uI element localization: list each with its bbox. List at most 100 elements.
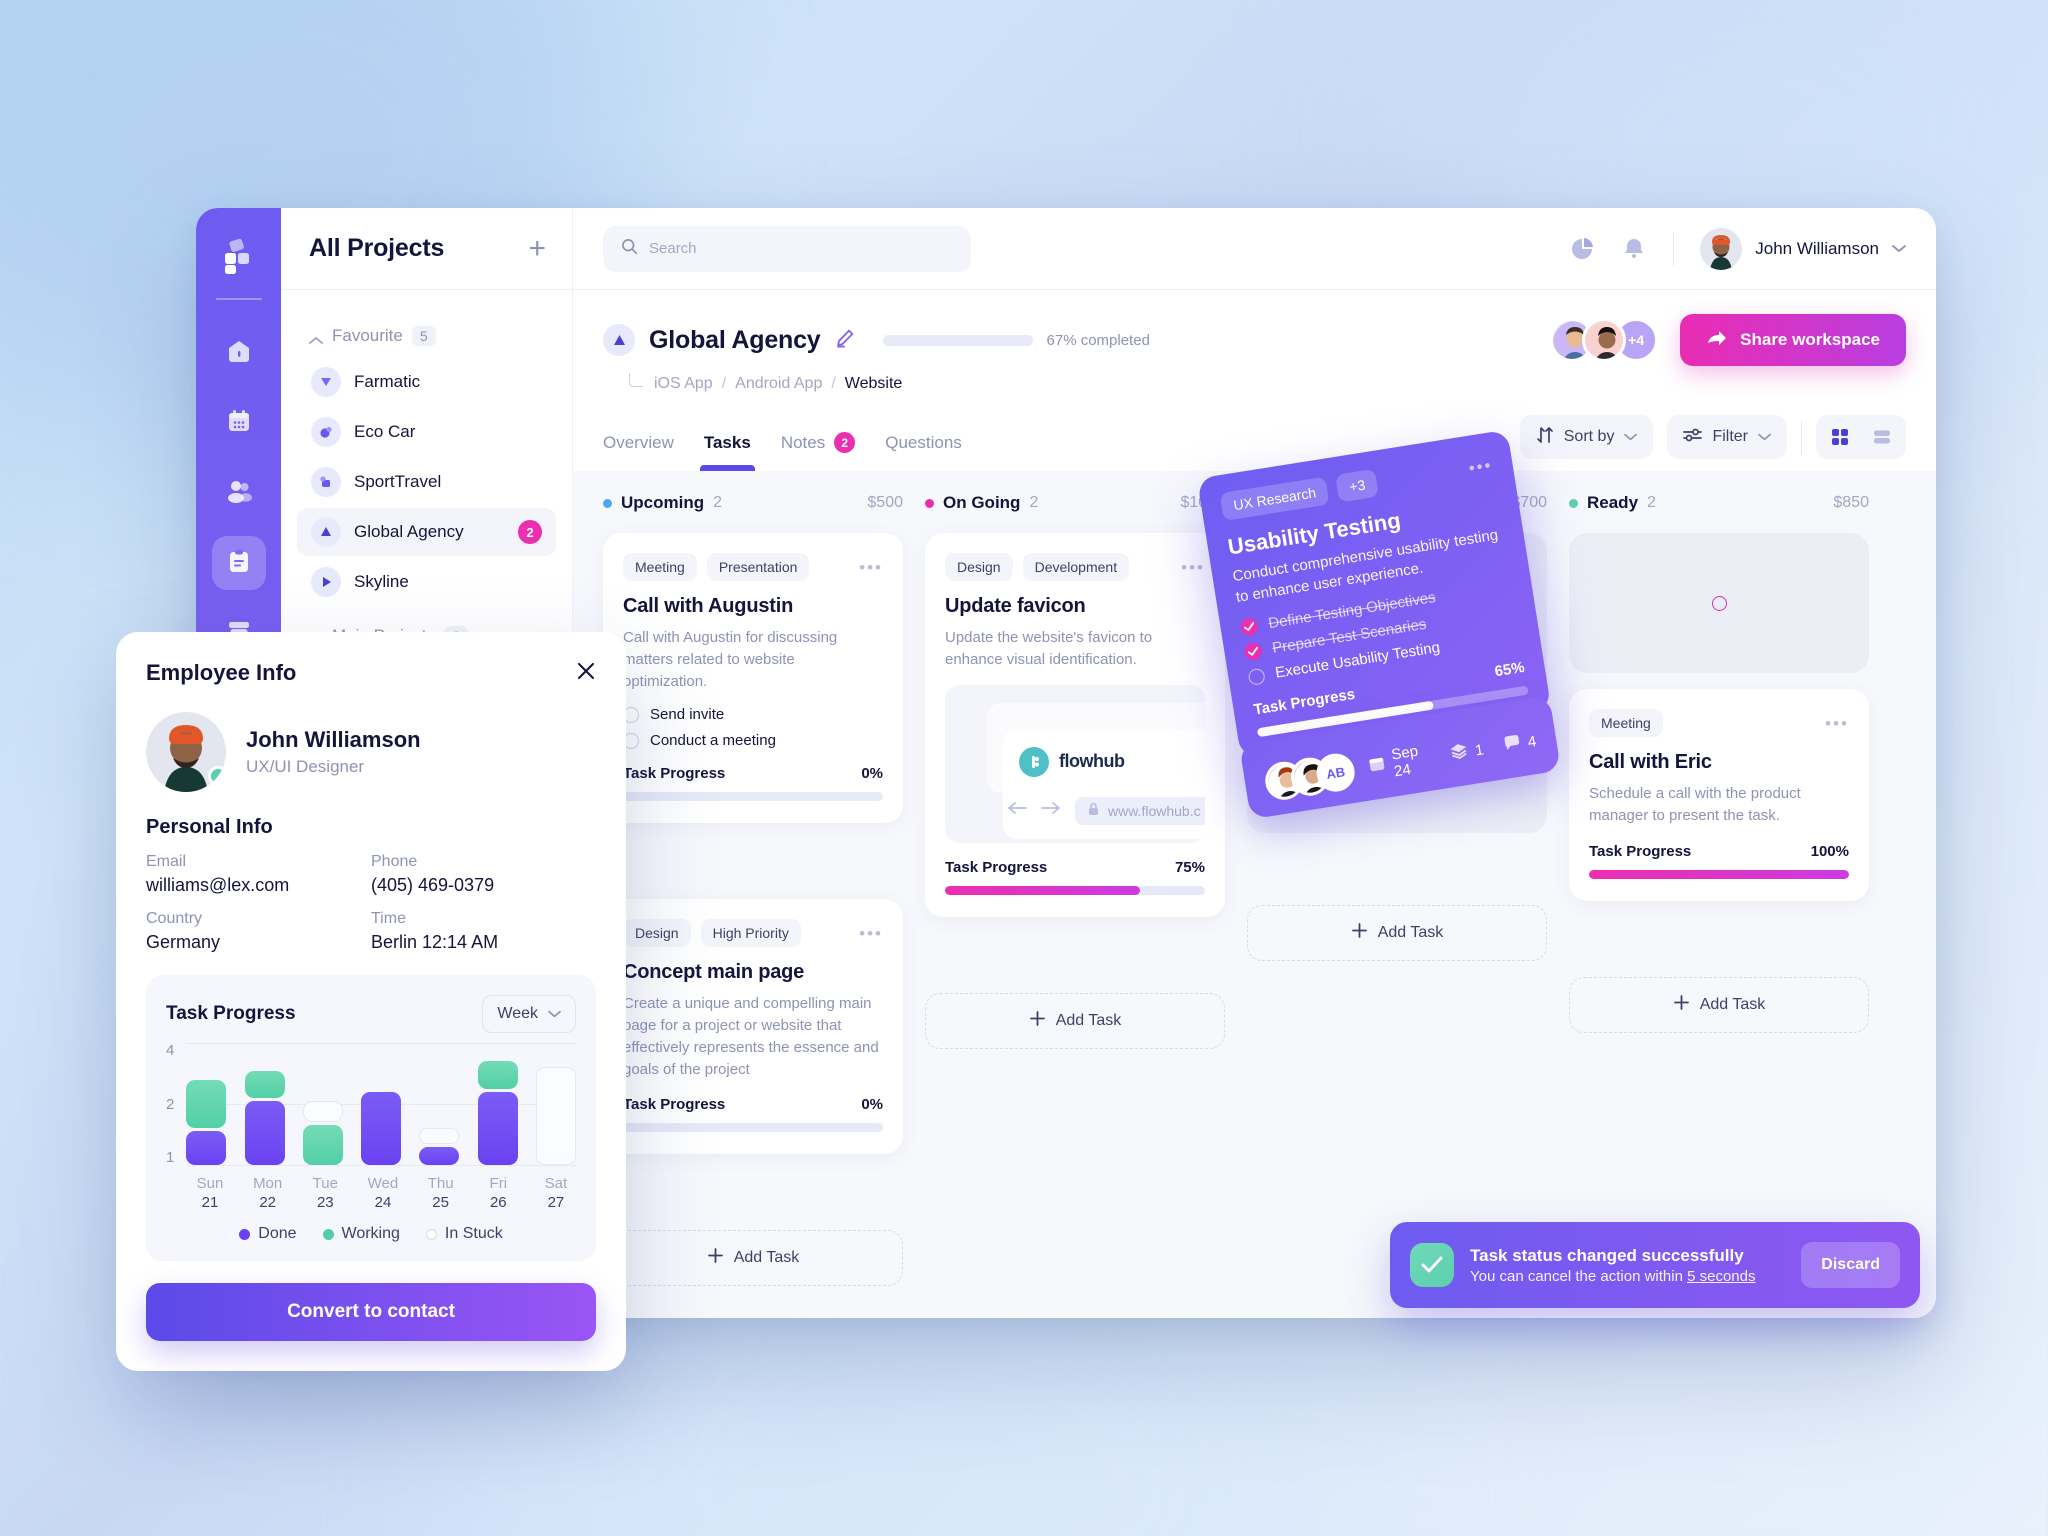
task-card-update-favicon[interactable]: Design Development ••• Update favicon Up…: [925, 533, 1225, 917]
field-value: williams@lex.com: [146, 875, 290, 895]
range-select[interactable]: Week: [482, 995, 576, 1033]
field-email: Email williams@lex.com: [146, 853, 371, 896]
breadcrumb-item-android[interactable]: Android App: [735, 375, 822, 393]
projects-list: Favourite 5 Farmatic Eco Car SportTravel…: [281, 290, 572, 658]
add-task-button-ready[interactable]: Add Task: [1569, 976, 1869, 1033]
share-workspace-button[interactable]: Share workspace: [1680, 314, 1906, 366]
project-item-global-agency[interactable]: Global Agency 2: [297, 508, 556, 556]
logo-icon[interactable]: [216, 234, 262, 280]
user-menu[interactable]: John Williamson: [1700, 227, 1906, 270]
task-subtask[interactable]: Send invite: [623, 706, 883, 723]
column-header: Upcoming 2 $500: [603, 493, 903, 513]
task-assignees[interactable]: [1589, 908, 1653, 947]
grid-view-button[interactable]: [1822, 421, 1858, 453]
calendar-icon: [729, 1170, 747, 1192]
personal-info-heading: Personal Info: [146, 816, 273, 838]
task-comments: 2: [1816, 917, 1849, 939]
task-tag[interactable]: Presentation: [706, 553, 810, 581]
chart-segment-in-stuck: [535, 1067, 576, 1165]
field-country: Country Germany: [146, 910, 371, 953]
task-comments-count: 2: [1840, 919, 1849, 936]
calendar-icon: [225, 407, 253, 440]
project-item-farmatic[interactable]: Farmatic: [297, 358, 556, 406]
task-layers: 1: [1449, 738, 1485, 765]
filter-button[interactable]: Filter: [1667, 415, 1787, 459]
checkbox-checked-icon[interactable]: [1239, 617, 1259, 637]
checkbox-icon[interactable]: [1247, 667, 1266, 686]
task-tag-overflow[interactable]: +3: [1335, 468, 1380, 503]
toast-title: Task status changed successfully: [1470, 1245, 1744, 1265]
task-tag[interactable]: Design: [623, 919, 691, 948]
field-label: Time: [371, 910, 406, 927]
task-card-call-eric[interactable]: Meeting ••• Call with Eric Schedule a ca…: [1569, 689, 1869, 901]
card-menu-icon[interactable]: •••: [859, 925, 883, 942]
search-input[interactable]: [649, 240, 953, 257]
task-tag[interactable]: UX Research: [1219, 476, 1330, 521]
breadcrumb-item-website[interactable]: Website: [845, 375, 903, 393]
task-card-call-augustin[interactable]: Meeting Presentation ••• Call with Augus…: [603, 533, 903, 824]
convert-to-contact-button[interactable]: Convert to contact: [146, 1283, 596, 1341]
discard-button[interactable]: Discard: [1801, 1242, 1900, 1288]
task-assignees[interactable]: AB: [1262, 750, 1358, 803]
dragged-task-card-usability-testing[interactable]: UX Research +3 ••• Usability Testing Con…: [1196, 429, 1562, 820]
card-menu-icon[interactable]: •••: [1467, 455, 1494, 477]
tab-notes[interactable]: Notes 2: [781, 432, 856, 471]
tab-questions[interactable]: Questions: [885, 432, 962, 471]
breadcrumb-elbow: [629, 373, 643, 387]
task-tag[interactable]: Design: [945, 553, 1013, 581]
task-tag[interactable]: Meeting: [623, 553, 697, 581]
task-assignees[interactable]: [623, 831, 661, 870]
tab-tasks[interactable]: Tasks: [699, 432, 755, 471]
task-drop-placeholder-ready[interactable]: [1569, 533, 1869, 673]
field-time: Time Berlin 12:14 AM: [371, 910, 596, 953]
checkbox-checked-icon[interactable]: [1243, 641, 1263, 662]
legend-item-done: Done: [239, 1225, 297, 1243]
sort-by-button[interactable]: Sort by: [1519, 415, 1654, 459]
flowhub-logo: flowhub: [1019, 746, 1125, 777]
card-menu-icon[interactable]: •••: [1825, 715, 1849, 732]
breadcrumb-item-ios[interactable]: iOS App: [654, 375, 713, 393]
task-tag[interactable]: Development: [1022, 553, 1130, 581]
task-card-concept-main-page[interactable]: Design High Priority ••• Concept main pa…: [603, 899, 903, 1155]
member-avatars[interactable]: +4: [1550, 318, 1659, 362]
card-menu-icon[interactable]: •••: [1181, 559, 1205, 576]
task-tag[interactable]: Meeting: [1589, 709, 1663, 737]
legend-swatch: [239, 1228, 251, 1240]
sidebar-item-tasks[interactable]: [211, 536, 266, 590]
add-project-button[interactable]: +: [528, 233, 546, 264]
project-avatar: [603, 324, 635, 356]
toast-countdown-link[interactable]: 5 seconds: [1687, 1268, 1755, 1285]
project-item-skyline[interactable]: Skyline: [297, 558, 556, 606]
task-assignees[interactable]: AB: [945, 924, 1035, 963]
task-assignees[interactable]: JW: [623, 1162, 713, 1201]
tab-overview[interactable]: Overview: [603, 432, 674, 471]
sidebar-item-home[interactable]: [212, 326, 266, 380]
add-task-button-on-going[interactable]: Add Task: [925, 992, 1225, 1049]
task-tag[interactable]: High Priority: [700, 919, 801, 948]
bell-icon[interactable]: [1621, 236, 1647, 262]
task-layers-count: 0: [825, 1172, 835, 1190]
project-item-eco-car[interactable]: Eco Car: [297, 408, 556, 456]
analytics-icon[interactable]: [1569, 236, 1595, 262]
group-favourite[interactable]: Favourite 5: [297, 318, 556, 354]
add-task-button-upcoming[interactable]: Add Task: [603, 1230, 903, 1287]
sidebar-item-calendar[interactable]: [212, 396, 266, 450]
chart-x-date: 23: [316, 1194, 334, 1211]
close-icon[interactable]: [576, 661, 596, 686]
chart-x-day: Tue: [312, 1175, 338, 1192]
chart-x-date: 26: [489, 1194, 507, 1211]
edit-icon[interactable]: [835, 328, 855, 353]
field-label: Country: [146, 910, 203, 927]
task-comments-count: 4: [1201, 935, 1210, 952]
project-item-sporttravel[interactable]: SportTravel: [297, 458, 556, 506]
search-icon: [621, 238, 638, 260]
task-subtask[interactable]: Conduct a meeting: [623, 732, 883, 749]
task-progress-label: Task Progress: [945, 858, 1048, 876]
search-box[interactable]: [603, 225, 971, 272]
list-view-button[interactable]: [1864, 421, 1900, 453]
chart-x-day: Fri: [489, 1175, 508, 1192]
add-task-button-on-progress[interactable]: Add Task: [1247, 905, 1547, 961]
card-menu-icon[interactable]: •••: [859, 559, 883, 576]
field-value: Germany: [146, 932, 221, 952]
sidebar-item-team[interactable]: [212, 466, 266, 520]
